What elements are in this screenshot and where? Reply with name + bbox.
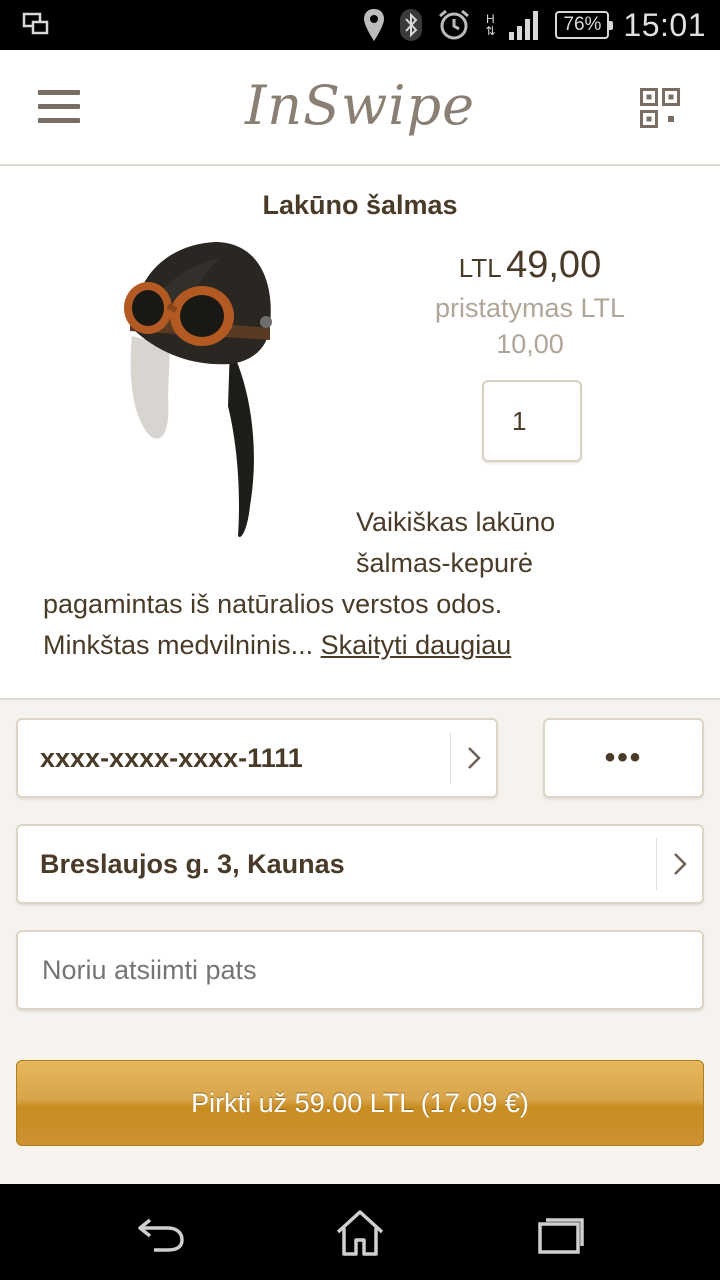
read-more-link[interactable]: Skaityti daugiau: [321, 630, 512, 660]
status-bar: H ⇅ 76% 15:01: [0, 0, 720, 50]
description-line: pagamintas iš natūralios verstos odos.: [43, 589, 503, 619]
delivery-address: Breslaujos g. 3, Kaunas: [40, 848, 345, 879]
qr-code-icon[interactable]: [640, 88, 680, 128]
buy-button[interactable]: Pirkti už 59.00 LTL (17.09 €): [16, 1060, 704, 1146]
app-logo: InSwipe: [244, 74, 476, 137]
alarm-icon: [439, 9, 470, 40]
delivery-amount: 10,00: [496, 329, 564, 359]
chevron-right-icon: [656, 838, 702, 890]
home-icon[interactable]: [334, 1208, 386, 1258]
recent-apps-icon[interactable]: [536, 1208, 588, 1258]
delivery-price: pristatymas LTL 10,00: [380, 290, 680, 362]
battery-level: 76%: [563, 14, 602, 35]
card-selector[interactable]: xxxx-xxxx-xxxx-1111: [16, 718, 498, 798]
network-type-icon: H ⇅: [485, 12, 496, 38]
purchase-form: xxxx-xxxx-xxxx-1111 ••• Breslaujos g. 3,…: [0, 698, 720, 1184]
delivery-label: pristatymas LTL: [434, 293, 626, 323]
back-icon[interactable]: [136, 1208, 188, 1258]
product-price: LTL 49,00: [380, 244, 680, 287]
price-currency: LTL: [458, 253, 502, 283]
product-section: Lakūno šalmas LTL 49,00 pristatymas LTL …: [0, 166, 720, 698]
more-options-button[interactable]: •••: [543, 718, 704, 798]
status-clock: 15:01: [623, 6, 706, 43]
quantity-input[interactable]: [482, 380, 582, 462]
description-line: šalmas-kepurė: [356, 548, 534, 578]
navigation-bar: [0, 1184, 720, 1280]
card-number: xxxx-xxxx-xxxx-1111: [40, 742, 303, 773]
product-description: Vaikiškas lakūno šalmas-kepurė pagaminta…: [43, 502, 683, 666]
signal-icon: [509, 11, 539, 40]
bluetooth-icon: [400, 9, 423, 41]
description-line: Minkštas medvilninis...: [43, 630, 314, 660]
chevron-right-icon: [450, 732, 496, 784]
app-header: InSwipe: [0, 50, 720, 166]
aviator-hat-image: [124, 242, 272, 537]
description-line: Vaikiškas lakūno: [356, 507, 556, 537]
address-selector[interactable]: Breslaujos g. 3, Kaunas: [16, 824, 704, 904]
price-amount: 49,00: [506, 244, 602, 286]
screen-mirror-icon: [22, 12, 49, 35]
product-title: Lakūno šalmas: [262, 190, 458, 220]
location-icon: [364, 9, 385, 41]
pickup-input[interactable]: [16, 930, 704, 1010]
battery-icon: 76%: [555, 11, 614, 39]
